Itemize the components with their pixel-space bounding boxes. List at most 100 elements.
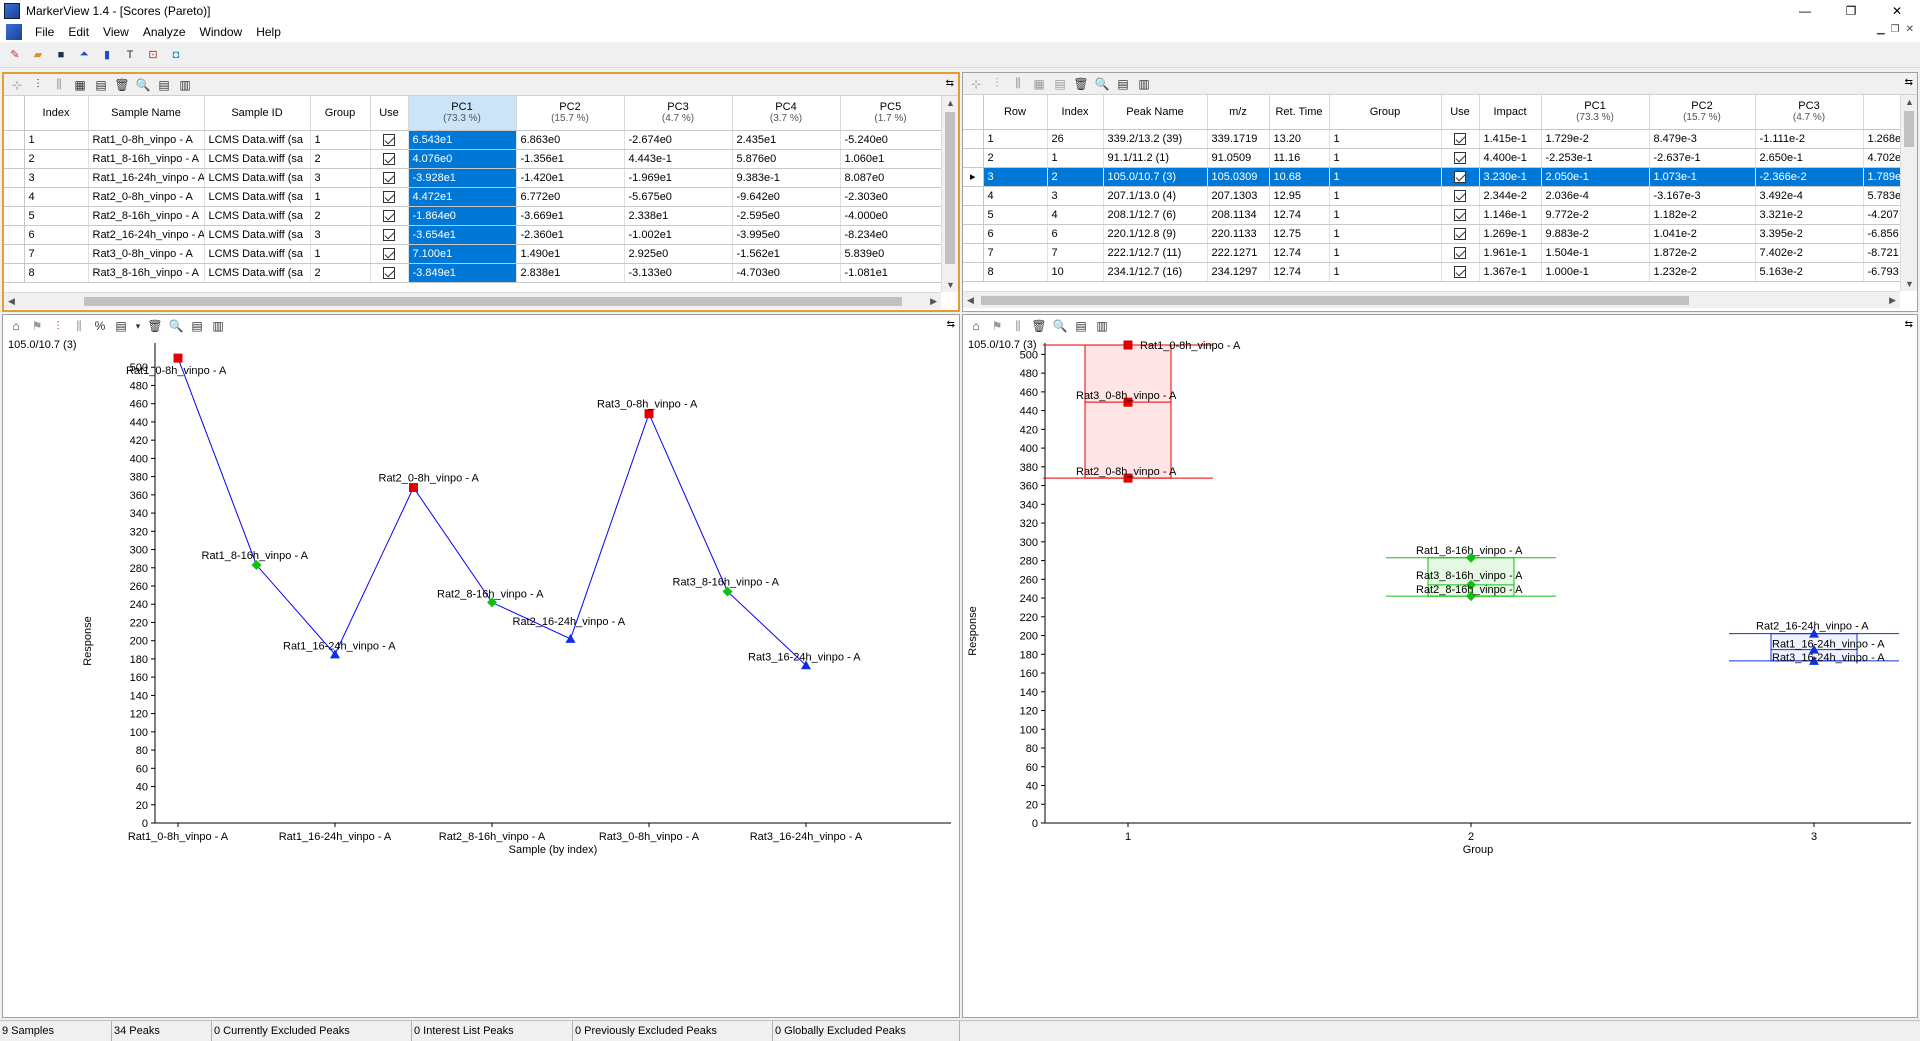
checkbox-icon[interactable] — [383, 228, 395, 241]
table-cell[interactable]: 1 — [1329, 186, 1442, 206]
table-row[interactable]: 7 7 222.1/12.7 (11) 222.1271 12.74 1 1.961e-1 1… — [963, 243, 1901, 263]
pin-icon[interactable]: ⇆ — [946, 78, 954, 89]
table-row[interactable]: 3 Rat1_16-24h_vinpo - A LCMS Data.wiff (sa… — [4, 168, 942, 188]
table-cell[interactable]: -3.669e1 — [516, 206, 625, 226]
table-cell[interactable]: 1 — [310, 187, 371, 207]
table-cell[interactable]: Rat1_16-24h_vinpo - A — [88, 168, 205, 188]
table-row[interactable]: ▸ 3 2 105.0/10.7 (3) 105.0309 10.68 1 3.230e-1 2… — [963, 167, 1901, 187]
use-checkbox[interactable] — [370, 263, 409, 283]
use-checkbox[interactable] — [370, 244, 409, 264]
col-header[interactable]: PC2 (15.7 %) — [1649, 95, 1756, 130]
table-cell[interactable]: 1.872e-2 — [1649, 243, 1756, 263]
table-cell[interactable]: 222.1271 — [1207, 243, 1270, 263]
trash-icon[interactable]: 🗑 — [1030, 317, 1048, 335]
table-cell[interactable]: 8.087e0 — [840, 168, 942, 188]
table-cell[interactable]: 1.232e-2 — [1649, 262, 1756, 282]
chart-options-icon[interactable]: ▤ — [112, 317, 130, 335]
table-cell[interactable]: 6 — [1047, 224, 1104, 244]
scatter-axis-icon[interactable]: ⊹ — [8, 76, 26, 94]
table-row[interactable]: 6 6 220.1/12.8 (9) 220.1133 12.75 1 1.269e-1 9.… — [963, 224, 1901, 244]
table-cell[interactable]: 1.961e-1 — [1479, 243, 1542, 263]
table-cell[interactable]: 1 — [24, 130, 89, 150]
home-icon[interactable]: ⌂ — [7, 317, 25, 335]
table-cell[interactable]: 3.492e-4 — [1755, 186, 1864, 206]
pin-icon[interactable]: ⇆ — [947, 319, 955, 330]
checkbox-icon[interactable] — [383, 190, 395, 203]
profile-plot-icon[interactable]: ⫶ — [49, 317, 67, 335]
table-cell[interactable]: LCMS Data.wiff (sa — [204, 225, 311, 245]
table-cell[interactable]: 1.504e-1 — [1541, 243, 1650, 263]
table-row[interactable]: 1 26 339.2/13.2 (39) 339.1719 13.20 1 1.415e-1… — [963, 129, 1901, 149]
table-cell[interactable]: 2.838e1 — [516, 263, 625, 283]
table-cell[interactable]: LCMS Data.wiff (sa — [204, 206, 311, 226]
close-button[interactable]: ✕ — [1874, 0, 1920, 22]
zoom-icon[interactable]: 🔍 — [167, 317, 185, 335]
use-checkbox[interactable] — [370, 187, 409, 207]
col-header[interactable]: Impact — [1479, 95, 1542, 130]
open-folder-icon[interactable]: ▰ — [29, 46, 47, 64]
use-checkbox[interactable] — [1441, 243, 1480, 263]
table-cell[interactable]: 2 — [24, 149, 89, 169]
table-cell[interactable]: Rat3_8-16h_vinpo - A — [88, 263, 205, 283]
table-cell[interactable]: 9.383e-1 — [732, 168, 841, 188]
checkbox-icon[interactable] — [383, 152, 395, 165]
table-cell[interactable]: 91.0509 — [1207, 148, 1270, 168]
scroll-up-icon[interactable]: ▲ — [946, 98, 955, 108]
network-icon[interactable]: ◘ — [167, 46, 185, 64]
table-cell[interactable]: 4 — [983, 186, 1048, 206]
table-cell[interactable]: 4.472e1 — [408, 187, 517, 207]
table-row[interactable]: 7 Rat3_0-8h_vinpo - A LCMS Data.wiff (sa 1 7… — [4, 244, 942, 264]
table-cell[interactable]: -4.000e0 — [840, 206, 942, 226]
use-checkbox[interactable] — [1441, 167, 1480, 187]
table-cell[interactable]: 7.402e-2 — [1755, 243, 1864, 263]
table-cell[interactable]: 1.367e-1 — [1479, 262, 1542, 282]
table-cell[interactable]: -6.856 — [1863, 224, 1901, 244]
table-cell[interactable]: 1.268e — [1863, 129, 1901, 149]
table-cell[interactable]: 4 — [1047, 205, 1104, 225]
table-cell[interactable]: 3 — [310, 168, 371, 188]
table-cell[interactable]: -4.207 — [1863, 205, 1901, 225]
table-cell[interactable]: 208.1/12.7 (6) — [1103, 205, 1208, 225]
table-cell[interactable]: 5.876e0 — [732, 149, 841, 169]
table-row[interactable]: 8 10 234.1/12.7 (16) 234.1297 12.74 1 1.367e-1… — [963, 262, 1901, 282]
table-cell[interactable]: 5 — [24, 206, 89, 226]
peaks-horizontal-scrollbar[interactable]: ◀ ▶ — [963, 291, 1900, 308]
row-header[interactable] — [963, 262, 984, 282]
table-cell[interactable]: LCMS Data.wiff (sa — [204, 244, 311, 264]
use-checkbox[interactable] — [1441, 186, 1480, 206]
table-cell[interactable]: 1.146e-1 — [1479, 205, 1542, 225]
table-cell[interactable]: -1.864e0 — [408, 206, 517, 226]
row-header[interactable] — [963, 148, 984, 168]
col-header[interactable]: PC5 (1.7 %) — [840, 96, 942, 131]
chart-export-icon[interactable]: ▤ — [1051, 75, 1069, 93]
col-header[interactable]: PC2 (15.7 %) — [516, 96, 625, 131]
flag-icon[interactable]: ⚑ — [28, 317, 46, 335]
menu-view[interactable]: View — [96, 25, 136, 39]
table-cell[interactable]: 1 — [310, 244, 371, 264]
checkbox-icon[interactable] — [1454, 265, 1466, 278]
table-cell[interactable]: 10 — [1047, 262, 1104, 282]
checkbox-icon[interactable] — [1454, 246, 1466, 259]
table-cell[interactable]: 7 — [24, 244, 89, 264]
table-cell[interactable]: Rat1_8-16h_vinpo - A — [88, 149, 205, 169]
table-cell[interactable]: -2.595e0 — [732, 206, 841, 226]
table-cell[interactable]: 2.650e-1 — [1755, 148, 1864, 168]
table-cell[interactable]: 3.230e-1 — [1479, 167, 1542, 187]
table-cell[interactable]: 4.400e-1 — [1479, 148, 1542, 168]
chart-grid-icon[interactable]: ▦ — [1030, 75, 1048, 93]
dropdown-icon[interactable]: ▾ — [133, 317, 143, 335]
table-cell[interactable]: 1.269e-1 — [1479, 224, 1542, 244]
trash-icon[interactable]: 🗑 — [113, 76, 131, 94]
table-cell[interactable]: 3 — [24, 168, 89, 188]
scroll-right-icon[interactable]: ▶ — [1889, 295, 1896, 306]
checkbox-icon[interactable] — [1454, 189, 1466, 202]
table-cell[interactable]: -2.637e-1 — [1649, 148, 1756, 168]
row-header[interactable] — [963, 243, 984, 263]
document-icon[interactable] — [6, 24, 22, 40]
scroll-down-icon[interactable]: ▼ — [1905, 279, 1914, 289]
table-alt-icon[interactable]: ▥ — [176, 76, 194, 94]
pin-icon[interactable]: ⇆ — [1905, 77, 1913, 88]
table-cell[interactable]: 26 — [1047, 129, 1104, 149]
table-cell[interactable]: 12.74 — [1269, 243, 1330, 263]
scroll-right-icon[interactable]: ▶ — [930, 296, 937, 307]
